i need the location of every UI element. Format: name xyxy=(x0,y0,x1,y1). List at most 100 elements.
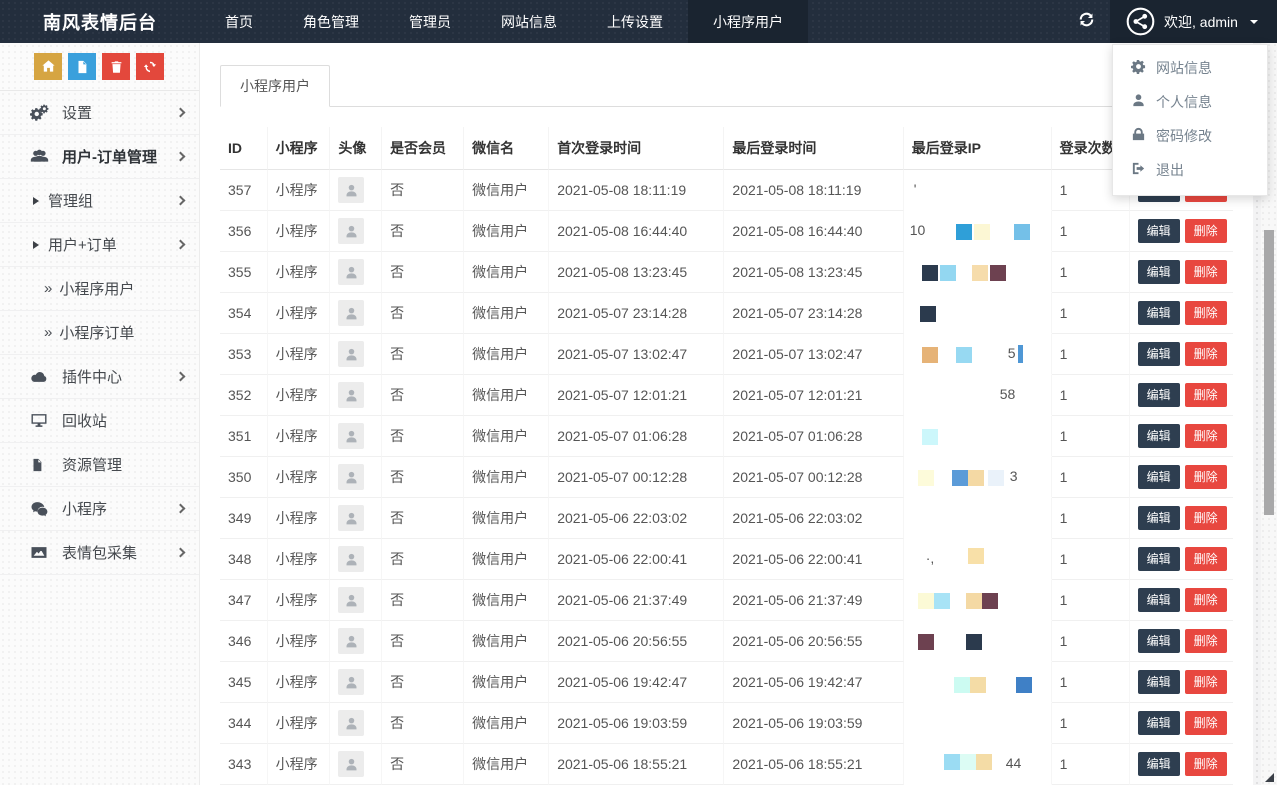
nav-item-6[interactable]: 小程序用户 xyxy=(688,0,808,43)
delete-button[interactable]: 删除 xyxy=(1185,588,1227,613)
cell-wechat-name: 微信用户 xyxy=(464,662,549,703)
column-header-7: 最后登录时间 xyxy=(724,127,903,170)
page-quick-button[interactable] xyxy=(68,53,96,80)
nav-item-5[interactable]: 上传设置 xyxy=(582,0,688,43)
cell-actions: 编辑删除 xyxy=(1130,334,1233,375)
chevron-right-icon xyxy=(176,152,186,162)
avatar xyxy=(338,423,364,449)
delete-button[interactable]: 删除 xyxy=(1185,465,1227,490)
delete-button[interactable]: 删除 xyxy=(1185,260,1227,285)
mosaic-block xyxy=(972,265,988,281)
wechat-icon xyxy=(30,501,51,517)
cell-login-count: 1 xyxy=(1052,457,1130,498)
sidebar-item-6[interactable]: »小程序订单 xyxy=(0,311,199,355)
cell-last-login: 2021-05-07 23:14:28 xyxy=(724,293,903,334)
nav-item-4[interactable]: 网站信息 xyxy=(476,0,582,43)
avatar xyxy=(338,505,364,531)
sidebar-item-8[interactable]: 回收站 xyxy=(0,399,199,443)
edit-button[interactable]: 编辑 xyxy=(1138,301,1180,326)
sidebar-item-3[interactable]: 管理组 xyxy=(0,179,199,223)
delete-button[interactable]: 删除 xyxy=(1185,711,1227,736)
cell-actions: 编辑删除 xyxy=(1130,662,1233,703)
table-row: 356小程序否微信用户2021-05-08 16:44:402021-05-08… xyxy=(220,211,1233,252)
user-menu-item-4[interactable]: 退出 xyxy=(1113,153,1267,187)
cell-first-login: 2021-05-07 00:12:28 xyxy=(549,457,724,498)
table-row: 348小程序否微信用户2021-05-06 22:00:412021-05-06… xyxy=(220,539,1233,580)
scrollbar-thumb[interactable] xyxy=(1264,230,1274,515)
sidebar-menu: 设置用户-订单管理管理组用户+订单»小程序用户»小程序订单插件中心回收站资源管理… xyxy=(0,91,199,575)
avatar xyxy=(338,177,364,203)
cell-avatar xyxy=(330,662,382,703)
cell-login-count: 1 xyxy=(1052,744,1130,785)
cell-avatar xyxy=(330,457,382,498)
ip-fragment: 3 xyxy=(1010,468,1018,484)
cell-vip: 否 xyxy=(382,334,464,375)
home-quick-button[interactable] xyxy=(34,53,62,80)
delete-button[interactable]: 删除 xyxy=(1185,752,1227,777)
edit-button[interactable]: 编辑 xyxy=(1138,670,1180,695)
table-row: 354小程序否微信用户2021-05-07 23:14:282021-05-07… xyxy=(220,293,1233,334)
cell-last-ip-censored xyxy=(904,662,1052,703)
edit-button[interactable]: 编辑 xyxy=(1138,465,1180,490)
delete-button[interactable]: 删除 xyxy=(1185,424,1227,449)
sidebar-item-label: 回收站 xyxy=(62,410,107,431)
user-menu-item-2[interactable]: 个人信息 xyxy=(1113,85,1267,119)
edit-button[interactable]: 编辑 xyxy=(1138,629,1180,654)
delete-button[interactable]: 删除 xyxy=(1185,301,1227,326)
table-row: 353小程序否微信用户2021-05-07 13:02:472021-05-07… xyxy=(220,334,1233,375)
sidebar-item-1[interactable]: 设置 xyxy=(0,91,199,135)
sidebar-item-9[interactable]: 资源管理 xyxy=(0,443,199,487)
edit-button[interactable]: 编辑 xyxy=(1138,260,1180,285)
user-menu-toggle[interactable]: 欢迎, admin xyxy=(1110,0,1277,43)
triangle-bullet-icon xyxy=(33,241,39,249)
delete-button[interactable]: 删除 xyxy=(1185,342,1227,367)
cell-last-login: 2021-05-06 19:03:59 xyxy=(724,703,903,744)
mosaic-block xyxy=(970,677,986,693)
sidebar-item-2[interactable]: 用户-订单管理 xyxy=(0,135,199,179)
cell-actions: 编辑删除 xyxy=(1130,252,1233,293)
edit-button[interactable]: 编辑 xyxy=(1138,588,1180,613)
cell-app: 小程序 xyxy=(268,375,331,416)
sidebar-item-5[interactable]: »小程序用户 xyxy=(0,267,199,311)
edit-button[interactable]: 编辑 xyxy=(1138,342,1180,367)
tab-miniprogram-users[interactable]: 小程序用户 xyxy=(220,65,330,107)
cell-last-login: 2021-05-07 13:02:47 xyxy=(724,334,903,375)
cell-first-login: 2021-05-06 22:00:41 xyxy=(549,539,724,580)
sidebar-item-11[interactable]: 表情包采集 xyxy=(0,531,199,575)
nav-item-1[interactable]: 首页 xyxy=(200,0,278,43)
edit-button[interactable]: 编辑 xyxy=(1138,424,1180,449)
edit-button[interactable]: 编辑 xyxy=(1138,547,1180,572)
cell-wechat-name: 微信用户 xyxy=(464,580,549,621)
edit-button[interactable]: 编辑 xyxy=(1138,752,1180,777)
sidebar-item-4[interactable]: 用户+订单 xyxy=(0,223,199,267)
ip-fragment: ' xyxy=(914,181,917,197)
edit-button[interactable]: 编辑 xyxy=(1138,219,1180,244)
edit-button[interactable]: 编辑 xyxy=(1138,506,1180,531)
delete-button[interactable]: 删除 xyxy=(1185,383,1227,408)
cell-login-count: 1 xyxy=(1052,252,1130,293)
recycle-quick-button[interactable] xyxy=(136,53,164,80)
user-menu-item-1[interactable]: 网站信息 xyxy=(1113,51,1267,85)
delete-button[interactable]: 删除 xyxy=(1185,219,1227,244)
cell-actions: 编辑删除 xyxy=(1130,293,1233,334)
trash-quick-button[interactable] xyxy=(102,53,130,80)
delete-button[interactable]: 删除 xyxy=(1185,670,1227,695)
sidebar-item-10[interactable]: 小程序 xyxy=(0,487,199,531)
nav-item-3[interactable]: 管理员 xyxy=(384,0,476,43)
cell-vip: 否 xyxy=(382,375,464,416)
cell-vip: 否 xyxy=(382,416,464,457)
cell-id: 345 xyxy=(220,662,268,703)
cell-app: 小程序 xyxy=(268,334,331,375)
delete-button[interactable]: 删除 xyxy=(1185,547,1227,572)
edit-button[interactable]: 编辑 xyxy=(1138,711,1180,736)
refresh-button[interactable] xyxy=(1063,0,1110,43)
delete-button[interactable]: 删除 xyxy=(1185,629,1227,654)
user-menu-item-3[interactable]: 密码修改 xyxy=(1113,119,1267,153)
edit-button[interactable]: 编辑 xyxy=(1138,383,1180,408)
cell-first-login: 2021-05-07 01:06:28 xyxy=(549,416,724,457)
cell-wechat-name: 微信用户 xyxy=(464,252,549,293)
delete-button[interactable]: 删除 xyxy=(1185,506,1227,531)
page-icon xyxy=(75,60,89,74)
nav-item-2[interactable]: 角色管理 xyxy=(278,0,384,43)
sidebar-item-7[interactable]: 插件中心 xyxy=(0,355,199,399)
